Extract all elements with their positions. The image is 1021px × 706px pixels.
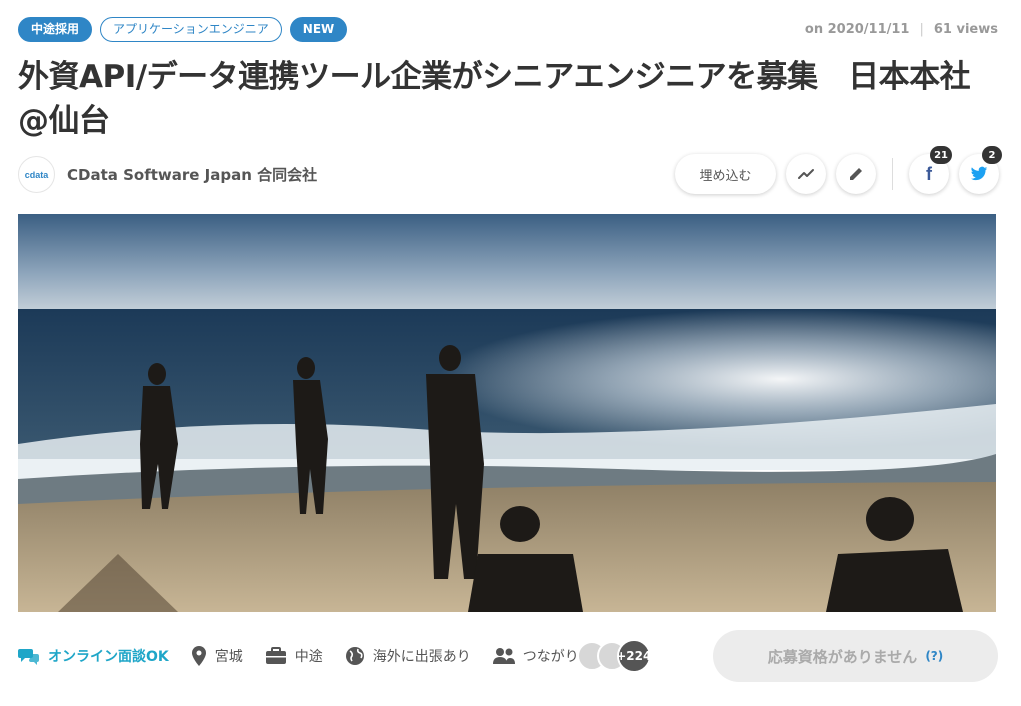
embed-button[interactable]: 埋め込む (675, 154, 776, 194)
company-logo[interactable]: cdata (18, 156, 55, 193)
apply-label: 応募資格がありません (767, 647, 918, 666)
overseas-label: 海外に出張あり (372, 649, 471, 665)
cover-image (18, 214, 996, 612)
trend-line-icon (798, 169, 814, 179)
pencil-icon (850, 168, 862, 180)
globe-icon (345, 647, 364, 665)
tag-midcareer[interactable]: 中途採用 (18, 17, 93, 42)
apply-button[interactable]: 応募資格がありません (?) (713, 630, 998, 682)
meta-separator: | (919, 22, 924, 37)
people-icon (492, 648, 515, 664)
location-label: 宮城 (214, 649, 243, 665)
feature-employment: 中途 (265, 646, 323, 666)
post-date: on 2020/11/11 (804, 22, 910, 37)
twitter-icon (970, 166, 988, 181)
job-features: オンライン面談OK 宮城 中途 海外に出張あり つながり +224 (18, 636, 651, 676)
tag-new: NEW (289, 17, 348, 42)
briefcase-icon (265, 647, 286, 664)
connections-label: つながり (522, 649, 579, 665)
company-info[interactable]: cdata CData Software Japan 合同会社 (18, 156, 317, 193)
tag-list: 中途採用 アプリケーションエンジニア NEW (18, 17, 348, 42)
feature-connections[interactable]: つながり +224 (492, 639, 651, 673)
facebook-share-button[interactable]: f 21 (909, 146, 952, 194)
chat-bubble-icon (18, 649, 39, 665)
post-meta: on 2020/11/11 | 61 views (805, 22, 998, 37)
employment-label: 中途 (294, 649, 323, 665)
connection-avatars[interactable]: +224 (576, 639, 651, 673)
feature-overseas: 海外に出張あり (345, 646, 471, 666)
connections-count: +224 (616, 639, 651, 673)
stats-button[interactable] (786, 154, 826, 194)
action-divider (892, 158, 893, 190)
twitter-share-count: 2 (982, 146, 1002, 164)
apply-help-link[interactable]: (?) (925, 649, 943, 663)
tag-application-engineer[interactable]: アプリケーションエンジニア (100, 17, 282, 42)
feature-location: 宮城 (191, 646, 243, 666)
online-label: オンライン面談OK (48, 649, 169, 665)
page-title: 外資API/データ連携ツール企業がシニアエンジニアを募集 日本本社@仙台 (18, 59, 971, 139)
facebook-share-count: 21 (930, 146, 952, 164)
company-name[interactable]: CData Software Japan 合同会社 (67, 164, 317, 185)
edit-button[interactable] (836, 154, 876, 194)
map-pin-icon (191, 646, 206, 666)
facebook-icon: f (926, 163, 932, 184)
twitter-share-button[interactable]: 2 (959, 146, 1002, 194)
feature-online-interview: オンライン面談OK (18, 646, 169, 666)
action-bar: 埋め込む f 21 2 (675, 146, 1002, 194)
view-count: 61 views (933, 22, 998, 37)
